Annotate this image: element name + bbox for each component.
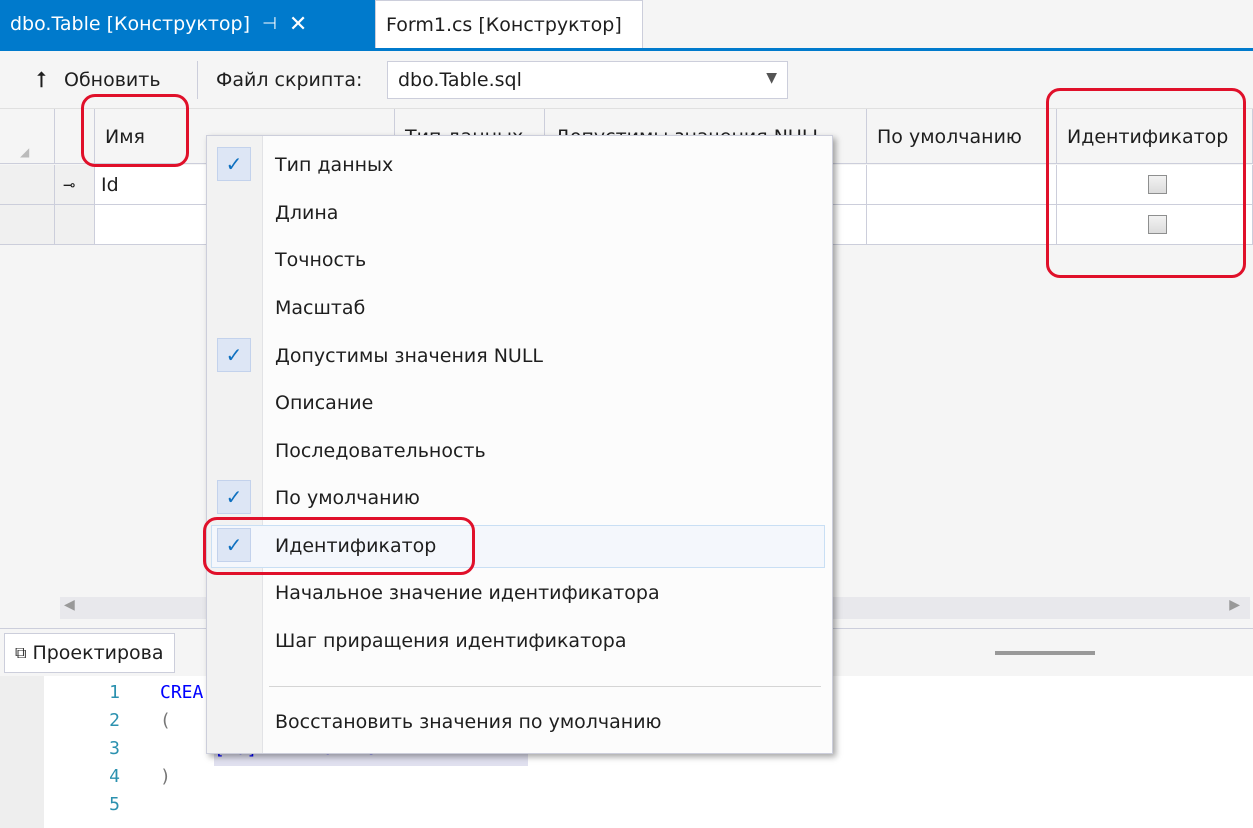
editor-margin [0,676,44,828]
script-file-label: Файл скрипта: [216,69,363,91]
menu-separator [269,686,821,687]
tab-dbo-table-designer[interactable]: dbo.Table [Конструктор] ⊣ ✕ [0,0,375,48]
annotation-name-header [81,94,189,167]
code-line: ( [160,710,171,731]
line-number: 5 [109,794,120,815]
script-file-combo[interactable]: dbo.Table.sql ▼ [387,61,788,99]
check-icon: ✓ [217,147,251,181]
menu-item-default[interactable]: ✓ По умолчанию [207,476,832,519]
scroll-right-icon[interactable]: ▶ [1229,597,1240,613]
menu-item-allow-nulls[interactable]: ✓ Допустимы значения NULL [207,334,832,377]
menu-item-data-type[interactable]: ✓ Тип данных [207,143,832,186]
line-number: 2 [109,710,120,731]
annotation-identity-menu-item [203,517,475,575]
corner-triangle-icon: ◢ [20,144,30,159]
header-default[interactable]: По умолчанию [867,109,1057,164]
menu-item-sequence[interactable]: Последовательность [207,429,832,472]
document-tab-bar: dbo.Table [Конструктор] ⊣ ✕ Form1.cs [Ко… [0,0,1253,48]
refresh-button[interactable]: ⭡ Обновить [36,65,186,95]
check-icon: ✓ [217,338,251,372]
menu-item-description[interactable]: Описание [207,381,832,424]
code-line: CREA [160,682,204,703]
chevron-down-icon[interactable]: ▼ [766,70,777,86]
tab-design[interactable]: ⧉ Проектирова [4,633,175,673]
design-tab-label: Проектирова [32,642,164,664]
design-view-icon: ⧉ [15,643,27,662]
code-line: ) [160,766,171,787]
pin-icon[interactable]: ⊣ [262,14,277,34]
menu-item-length[interactable]: Длина [207,191,832,234]
line-number: 1 [109,682,120,703]
menu-item-scale[interactable]: Масштаб [207,286,832,329]
line-number: 4 [109,766,120,787]
row-header[interactable] [0,165,55,205]
close-icon[interactable]: ✕ [289,12,307,37]
toolbar-separator [197,61,198,99]
tab-form1-designer[interactable]: Form1.cs [Конструктор] [375,0,643,48]
select-all-corner[interactable]: ◢ [0,109,55,164]
refresh-label: Обновить [64,69,161,91]
pane-splitter[interactable] [995,651,1095,655]
tab-title: Form1.cs [Конструктор] [386,13,622,36]
row-header[interactable] [0,205,55,245]
columns-context-menu: ✓ Тип данных Длина Точность Масштаб ✓ До… [206,135,833,754]
row-key-cell [55,205,95,245]
annotation-identity-column [1046,88,1246,278]
up-arrow-icon: ⭡ [36,67,47,93]
check-icon: ✓ [217,480,251,514]
menu-item-reset-defaults[interactable]: Восстановить значения по умолчанию [207,700,832,743]
line-number: 3 [109,738,120,759]
cell-default[interactable] [867,165,1057,205]
script-file-value: dbo.Table.sql [398,69,522,91]
menu-item-identity-increment[interactable]: Шаг приращения идентификатора [207,619,832,662]
tab-title: dbo.Table [Конструктор] [10,13,251,35]
menu-item-precision[interactable]: Точность [207,238,832,281]
row-key-cell: ⊸ [55,165,95,205]
scroll-left-icon[interactable]: ◀ [64,597,75,613]
primary-key-icon: ⊸ [63,175,76,194]
cell-default[interactable] [867,205,1057,245]
menu-item-identity-seed[interactable]: Начальное значение идентификатора [207,571,832,614]
